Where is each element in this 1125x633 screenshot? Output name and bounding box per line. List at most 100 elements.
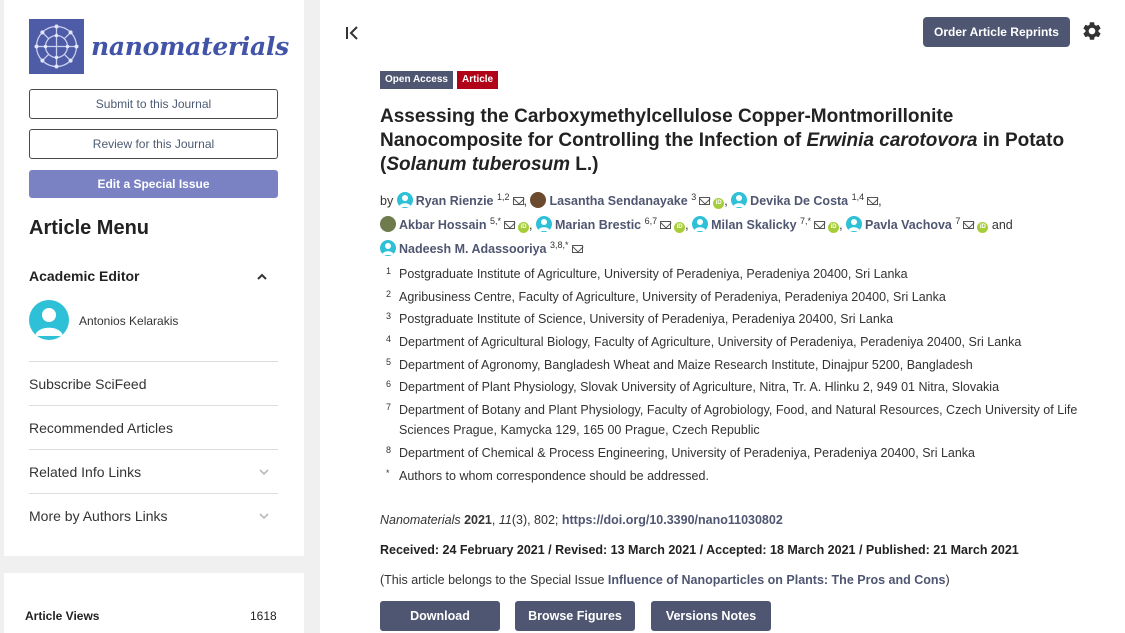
affiliation-text: Postgraduate Institute of Science, Unive… (399, 312, 894, 327)
author-affiliation-sup: 1,4 (851, 192, 865, 202)
author-affiliation-sup: 5,* (490, 216, 502, 226)
citation-line: Nanomaterials 2021, 11(3), 802; https://… (380, 513, 783, 527)
collapse-sidebar-icon[interactable] (344, 24, 362, 42)
article-metrics-panel (4, 573, 304, 633)
review-for-journal-button[interactable]: Review for this Journal (29, 129, 278, 159)
article-menu-title: Article Menu (29, 217, 150, 239)
title-italic-1: Erwinia carotovora (806, 130, 978, 151)
browse-figures-button[interactable]: Browse Figures (515, 601, 635, 631)
author-name: Devika De Costa (750, 194, 849, 208)
affiliation-item: 2 Agribusiness Centre, Faculty of Agricul… (380, 287, 1080, 307)
orcid-icon[interactable]: iD (828, 222, 840, 233)
affiliation-item: 3 Postgraduate Institute of Science, Univ… (380, 309, 1080, 329)
academic-editor-label[interactable]: Academic Editor (29, 268, 139, 284)
journal-name: nanomaterials (91, 32, 289, 61)
affiliation-text: Authors to whom correspondence should be… (399, 468, 709, 483)
affiliation-text: Department of Plant Physiology, Slovak U… (399, 380, 1000, 395)
special-issue-link[interactable]: Influence of Nanoparticles on Plants: Th… (608, 573, 946, 587)
affiliation-list: 1 Postgraduate Institute of Agriculture, … (380, 264, 1080, 488)
affiliation-item: 7 Department of Botany and Plant Physiolo… (380, 400, 1080, 440)
author-photo (380, 216, 396, 232)
author-affiliation-sup: 7,* (800, 216, 812, 226)
publication-dates: Received: 24 February 2021 / Revised: 13… (380, 543, 1019, 557)
chevron-up-icon[interactable] (255, 270, 269, 284)
author[interactable]: Ryan Rienzie (396, 192, 494, 208)
user-avatar-icon (846, 216, 863, 232)
citation-journal: Nanomaterials (380, 513, 461, 527)
doi-link[interactable]: https://doi.org/10.3390/nano11030802 (562, 513, 783, 527)
journal-logo[interactable]: nanomaterials (29, 19, 289, 74)
mail-icon[interactable] (867, 197, 879, 205)
author-affiliation-sup: 7 (955, 216, 961, 226)
author-affiliation-sup: 6,7 (644, 216, 658, 226)
affiliation-number: * (386, 467, 390, 478)
article-views-count: 1618 (250, 609, 277, 623)
more-by-authors-label: More by Authors Links (29, 507, 168, 524)
recommended-articles-label: Recommended Articles (29, 419, 173, 436)
author-name: Lasantha Sendanayake (549, 194, 688, 208)
special-issue-note: (This article belongs to the Special Iss… (380, 573, 950, 587)
author-name: Ryan Rienzie (415, 194, 494, 208)
special-issue-prefix: (This article belongs to the Special Iss… (380, 573, 608, 587)
mail-icon[interactable] (571, 245, 583, 253)
affiliation-text: Department of Agronomy, Bangladesh Wheat… (399, 357, 973, 372)
affiliation-text: Department of Agricultural Biology, Facu… (399, 335, 1022, 350)
affiliation-text: Department of Botany and Plant Physiolog… (399, 403, 1078, 438)
orcid-icon[interactable]: iD (713, 198, 725, 209)
author-name: Akbar Hossain (399, 218, 487, 232)
subscribe-scifeed-label: Subscribe SciFeed (29, 375, 147, 392)
title-italic-2: Solanum tuberosum (386, 154, 571, 175)
affiliation-text: Postgraduate Institute of Agriculture, U… (399, 267, 908, 281)
orcid-icon[interactable]: iD (977, 222, 989, 233)
author-name: Nadeesh M. Adassooriya (399, 242, 547, 256)
orcid-icon[interactable]: iD (518, 222, 530, 233)
open-access-badge[interactable]: Open Access (380, 71, 453, 89)
author[interactable]: Milan Skalicky (692, 216, 797, 232)
affiliation-item: 5 Department of Agronomy, Bangladesh Whea… (380, 355, 1080, 375)
author-list: by Ryan Rienzie 1,2, Lasantha Sendanayak… (380, 192, 1013, 256)
affiliation-number: 5 (386, 356, 392, 367)
author[interactable]: Akbar Hossain (380, 216, 487, 232)
affiliation-item: 6 Department of Plant Physiology, Slovak … (380, 377, 1080, 397)
author-affiliation-sup: 3 (691, 192, 697, 202)
affiliation-number: 2 (386, 288, 392, 299)
author[interactable]: Devika De Costa (731, 192, 849, 208)
affiliation-number: 7 (386, 402, 392, 413)
versions-notes-button[interactable]: Versions Notes (651, 601, 771, 631)
orcid-icon[interactable]: iD (674, 222, 686, 233)
author[interactable]: Marian Brestic (535, 216, 641, 232)
author[interactable]: Nadeesh M. Adassooriya (380, 240, 547, 256)
user-avatar-icon (692, 216, 709, 232)
chevron-down-icon (259, 512, 269, 519)
author-name: Milan Skalicky (711, 218, 797, 232)
order-reprints-button[interactable]: Order Article Reprints (923, 17, 1070, 47)
article-title: Assessing the Carboxymethylcellulose Cop… (380, 105, 1080, 177)
author[interactable]: Lasantha Sendanayake (530, 192, 688, 208)
citation-issue-pages: (3), 802; (511, 513, 562, 527)
mail-icon[interactable] (504, 221, 516, 229)
affiliation-text: Department of Chemical & Process Enginee… (399, 445, 976, 460)
more-by-authors-links[interactable]: More by Authors Links (29, 493, 278, 537)
article-views-label: Article Views (25, 609, 100, 623)
article-main: Order Article Reprints Open Access Artic… (320, 0, 1125, 633)
gear-icon[interactable] (1081, 20, 1103, 42)
affiliation-number: 3 (386, 311, 392, 322)
subscribe-scifeed-link[interactable]: Subscribe SciFeed (29, 361, 278, 405)
edit-special-issue-button[interactable]: Edit a Special Issue (29, 170, 278, 198)
affiliation-number: 1 (386, 266, 392, 276)
mail-icon[interactable] (963, 221, 975, 229)
author[interactable]: Pavla Vachova (846, 216, 952, 232)
editor-name[interactable]: Antonios Kelarakis (79, 314, 178, 328)
sidebar: nanomaterials Submit to this Journal Rev… (4, 0, 304, 556)
download-button[interactable]: Download (380, 601, 500, 631)
mail-icon[interactable] (699, 197, 711, 205)
citation-year: 2021 (464, 513, 492, 527)
submit-to-journal-button[interactable]: Submit to this Journal (29, 89, 278, 119)
mail-icon[interactable] (660, 221, 672, 229)
recommended-articles-link[interactable]: Recommended Articles (29, 405, 278, 449)
author-name: Pavla Vachova (865, 218, 952, 232)
mail-icon[interactable] (512, 197, 524, 205)
mail-icon[interactable] (814, 221, 826, 229)
related-info-links[interactable]: Related Info Links (29, 449, 278, 493)
and-label: and (991, 218, 1013, 232)
